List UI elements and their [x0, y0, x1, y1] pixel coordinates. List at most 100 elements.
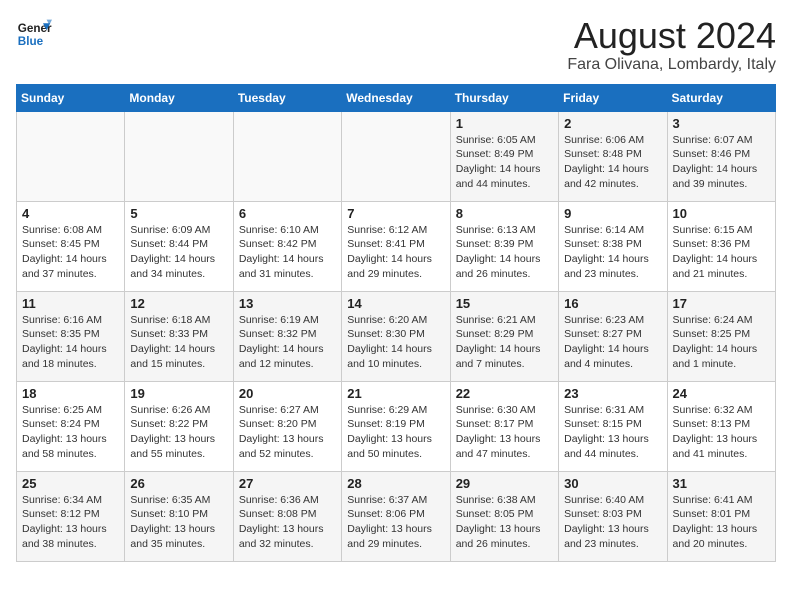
- day-number: 18: [22, 386, 119, 401]
- page-header: General Blue August 2024 Fara Olivana, L…: [16, 16, 776, 74]
- calendar-cell: 31Sunrise: 6:41 AM Sunset: 8:01 PM Dayli…: [667, 471, 775, 561]
- calendar-cell: 26 Sunrise: 6:35 AM Sunset: 8:10 PM Dayli…: [125, 471, 233, 561]
- day-number: 3: [673, 116, 770, 131]
- day-number: 7: [347, 206, 444, 221]
- day-info: Sunrise: 6:21 AM Sunset: 8:29 PM Dayligh…: [456, 313, 553, 372]
- day-number: 26: [130, 476, 227, 491]
- day-number: 28: [347, 476, 444, 491]
- calendar-cell: 19Sunrise: 6:26 AM Sunset: 8:22 PM Dayli…: [125, 381, 233, 471]
- day-info: Sunrise: 6:18 AM Sunset: 8:33 PM Dayligh…: [130, 313, 227, 372]
- day-info: Sunrise: 6:32 AM Sunset: 8:13 PM Dayligh…: [673, 403, 770, 462]
- svg-text:Blue: Blue: [18, 35, 44, 48]
- day-number: 17: [673, 296, 770, 311]
- day-info: Sunrise: 6:08 AM Sunset: 8:45 PM Dayligh…: [22, 223, 119, 282]
- day-number: 21: [347, 386, 444, 401]
- day-info: Sunrise: 6:10 AM Sunset: 8:42 PM Dayligh…: [239, 223, 336, 282]
- day-info: Sunrise: 6:23 AM Sunset: 8:27 PM Dayligh…: [564, 313, 661, 372]
- day-info: Sunrise: 6:13 AM Sunset: 8:39 PM Dayligh…: [456, 223, 553, 282]
- day-number: 16: [564, 296, 661, 311]
- calendar-cell: 10 Sunrise: 6:15 AM Sunset: 8:36 PM Dayli…: [667, 201, 775, 291]
- calendar-cell: 27 Sunrise: 6:36 AM Sunset: 8:08 PM Dayli…: [233, 471, 341, 561]
- day-info: Sunrise: 6:38 AM Sunset: 8:05 PM Dayligh…: [456, 493, 553, 552]
- day-info: Sunrise: 6:41 AM Sunset: 8:01 PM Dayligh…: [673, 493, 770, 552]
- day-info: Sunrise: 6:14 AM Sunset: 8:38 PM Dayligh…: [564, 223, 661, 282]
- calendar-body: 1Sunrise: 6:05 AM Sunset: 8:49 PM Daylig…: [17, 111, 776, 561]
- day-info: Sunrise: 6:30 AM Sunset: 8:17 PM Dayligh…: [456, 403, 553, 462]
- weekday-header-friday: Friday: [559, 84, 667, 111]
- weekday-header-sunday: Sunday: [17, 84, 125, 111]
- day-number: 25: [22, 476, 119, 491]
- calendar-cell: [125, 111, 233, 201]
- weekday-header-wednesday: Wednesday: [342, 84, 450, 111]
- calendar-cell: 3Sunrise: 6:07 AM Sunset: 8:46 PM Daylig…: [667, 111, 775, 201]
- day-number: 22: [456, 386, 553, 401]
- calendar-cell: 5 Sunrise: 6:09 AM Sunset: 8:44 PM Daylig…: [125, 201, 233, 291]
- calendar-week-5: 25 Sunrise: 6:34 AM Sunset: 8:12 PM Dayli…: [17, 471, 776, 561]
- calendar-cell: 13 Sunrise: 6:19 AM Sunset: 8:32 PM Dayli…: [233, 291, 341, 381]
- day-number: 15: [456, 296, 553, 311]
- day-info: Sunrise: 6:25 AM Sunset: 8:24 PM Dayligh…: [22, 403, 119, 462]
- title-block: August 2024 Fara Olivana, Lombardy, Ital…: [567, 16, 776, 74]
- day-info: Sunrise: 6:27 AM Sunset: 8:20 PM Dayligh…: [239, 403, 336, 462]
- logo: General Blue: [16, 16, 52, 52]
- calendar-cell: 24 Sunrise: 6:32 AM Sunset: 8:13 PM Dayli…: [667, 381, 775, 471]
- day-number: 19: [130, 386, 227, 401]
- weekday-header-monday: Monday: [125, 84, 233, 111]
- day-info: Sunrise: 6:36 AM Sunset: 8:08 PM Dayligh…: [239, 493, 336, 552]
- calendar-cell: 14 Sunrise: 6:20 AM Sunset: 8:30 PM Dayli…: [342, 291, 450, 381]
- day-number: 14: [347, 296, 444, 311]
- calendar-cell: 21Sunrise: 6:29 AM Sunset: 8:19 PM Dayli…: [342, 381, 450, 471]
- day-number: 23: [564, 386, 661, 401]
- calendar-cell: 18 Sunrise: 6:25 AM Sunset: 8:24 PM Dayli…: [17, 381, 125, 471]
- calendar-cell: 29 Sunrise: 6:38 AM Sunset: 8:05 PM Dayli…: [450, 471, 558, 561]
- day-number: 5: [130, 206, 227, 221]
- day-number: 8: [456, 206, 553, 221]
- calendar-cell: 20 Sunrise: 6:27 AM Sunset: 8:20 PM Dayli…: [233, 381, 341, 471]
- calendar-cell: 11Sunrise: 6:16 AM Sunset: 8:35 PM Dayli…: [17, 291, 125, 381]
- day-number: 29: [456, 476, 553, 491]
- day-number: 10: [673, 206, 770, 221]
- day-number: 24: [673, 386, 770, 401]
- weekday-header-thursday: Thursday: [450, 84, 558, 111]
- calendar-cell: 9 Sunrise: 6:14 AM Sunset: 8:38 PM Daylig…: [559, 201, 667, 291]
- calendar-week-1: 1Sunrise: 6:05 AM Sunset: 8:49 PM Daylig…: [17, 111, 776, 201]
- calendar-cell: 6 Sunrise: 6:10 AM Sunset: 8:42 PM Daylig…: [233, 201, 341, 291]
- calendar-cell: 23 Sunrise: 6:31 AM Sunset: 8:15 PM Dayli…: [559, 381, 667, 471]
- day-info: Sunrise: 6:24 AM Sunset: 8:25 PM Dayligh…: [673, 313, 770, 372]
- calendar-cell: 22 Sunrise: 6:30 AM Sunset: 8:17 PM Dayli…: [450, 381, 558, 471]
- day-number: 20: [239, 386, 336, 401]
- weekday-header-tuesday: Tuesday: [233, 84, 341, 111]
- calendar-cell: 25 Sunrise: 6:34 AM Sunset: 8:12 PM Dayli…: [17, 471, 125, 561]
- day-number: 27: [239, 476, 336, 491]
- day-info: Sunrise: 6:20 AM Sunset: 8:30 PM Dayligh…: [347, 313, 444, 372]
- calendar-cell: 7 Sunrise: 6:12 AM Sunset: 8:41 PM Daylig…: [342, 201, 450, 291]
- logo-icon: General Blue: [16, 16, 52, 52]
- day-number: 6: [239, 206, 336, 221]
- day-number: 1: [456, 116, 553, 131]
- month-year-title: August 2024: [567, 16, 776, 56]
- calendar-cell: 17 Sunrise: 6:24 AM Sunset: 8:25 PM Dayli…: [667, 291, 775, 381]
- day-info: Sunrise: 6:09 AM Sunset: 8:44 PM Dayligh…: [130, 223, 227, 282]
- calendar-cell: [17, 111, 125, 201]
- day-info: Sunrise: 6:15 AM Sunset: 8:36 PM Dayligh…: [673, 223, 770, 282]
- day-info: Sunrise: 6:12 AM Sunset: 8:41 PM Dayligh…: [347, 223, 444, 282]
- calendar-cell: 1Sunrise: 6:05 AM Sunset: 8:49 PM Daylig…: [450, 111, 558, 201]
- calendar-week-3: 11Sunrise: 6:16 AM Sunset: 8:35 PM Dayli…: [17, 291, 776, 381]
- day-number: 9: [564, 206, 661, 221]
- calendar-cell: 28Sunrise: 6:37 AM Sunset: 8:06 PM Dayli…: [342, 471, 450, 561]
- day-number: 2: [564, 116, 661, 131]
- weekday-header-row: SundayMondayTuesdayWednesdayThursdayFrid…: [17, 84, 776, 111]
- day-info: Sunrise: 6:31 AM Sunset: 8:15 PM Dayligh…: [564, 403, 661, 462]
- day-number: 30: [564, 476, 661, 491]
- day-info: Sunrise: 6:35 AM Sunset: 8:10 PM Dayligh…: [130, 493, 227, 552]
- calendar-cell: 30Sunrise: 6:40 AM Sunset: 8:03 PM Dayli…: [559, 471, 667, 561]
- weekday-header-saturday: Saturday: [667, 84, 775, 111]
- day-info: Sunrise: 6:16 AM Sunset: 8:35 PM Dayligh…: [22, 313, 119, 372]
- day-number: 4: [22, 206, 119, 221]
- day-info: Sunrise: 6:19 AM Sunset: 8:32 PM Dayligh…: [239, 313, 336, 372]
- day-number: 13: [239, 296, 336, 311]
- day-info: Sunrise: 6:06 AM Sunset: 8:48 PM Dayligh…: [564, 133, 661, 192]
- day-info: Sunrise: 6:34 AM Sunset: 8:12 PM Dayligh…: [22, 493, 119, 552]
- location-subtitle: Fara Olivana, Lombardy, Italy: [567, 56, 776, 74]
- calendar-cell: 15 Sunrise: 6:21 AM Sunset: 8:29 PM Dayli…: [450, 291, 558, 381]
